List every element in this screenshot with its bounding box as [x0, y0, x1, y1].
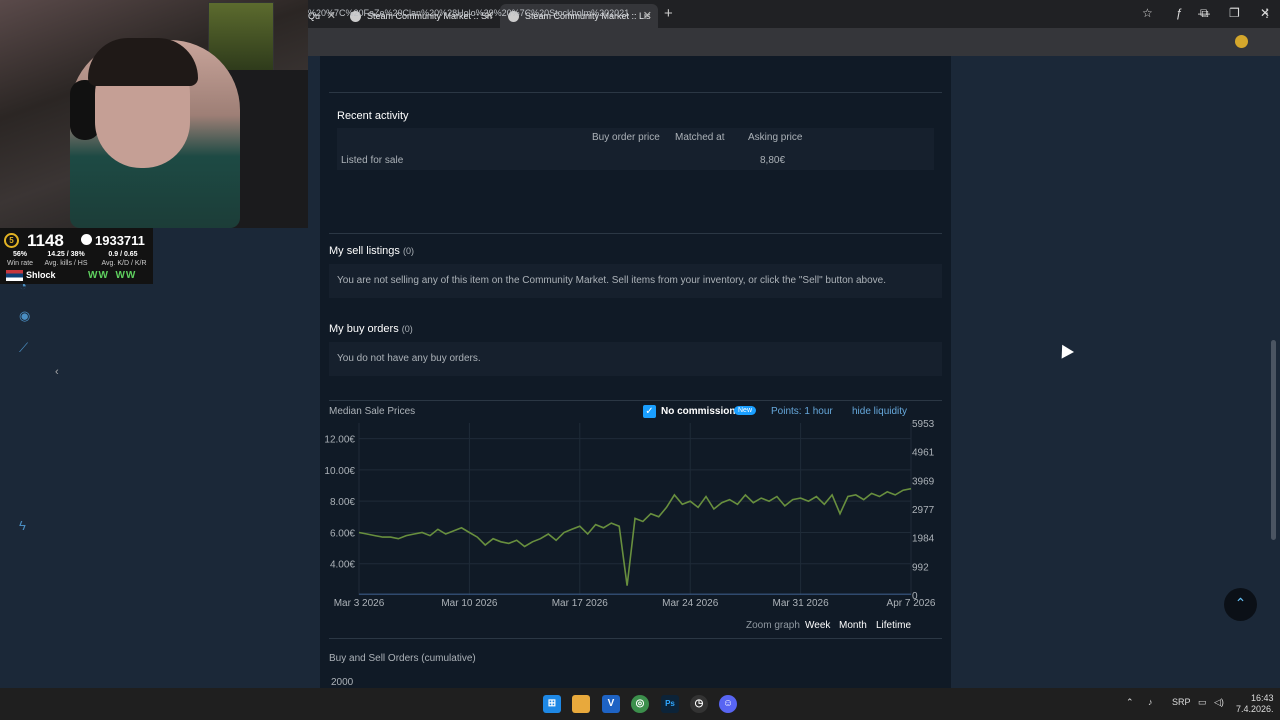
profile-avatar[interactable]	[1235, 35, 1248, 48]
v-app-icon[interactable]: V	[602, 695, 620, 713]
activity-asking-price: 8,80€	[760, 155, 786, 166]
buy-orders-text: You do not have any buy orders.	[337, 353, 481, 364]
divider	[329, 233, 942, 234]
y-tick-label: 10.00€	[324, 466, 355, 477]
network-icon[interactable]: ▭	[1198, 697, 1207, 708]
divider	[329, 400, 942, 401]
new-badge: New	[734, 406, 757, 415]
chrome-icon[interactable]: ◎	[631, 695, 649, 713]
y-tick-label: 12.00€	[324, 435, 355, 446]
result-win: W	[125, 270, 137, 281]
file-explorer-icon[interactable]	[572, 695, 590, 713]
recent-activity-title: Recent activity	[337, 110, 409, 122]
buy-orders-title: My buy orders (0)	[329, 323, 413, 335]
y-right-tick-label: 3969	[912, 476, 935, 487]
restore-icon[interactable]: ❐	[1229, 6, 1240, 20]
result-win: W	[115, 270, 126, 281]
collapse-chevron-icon[interactable]: ‹	[55, 366, 59, 378]
col-asking-price: Asking price	[748, 132, 803, 143]
col-buy-order-price: Buy order price	[592, 132, 660, 143]
winrate-label: Win rate	[6, 260, 34, 267]
language-indicator[interactable]: SRP	[1172, 697, 1191, 707]
streamer-hair	[88, 38, 198, 86]
sell-listings-label: My sell listings	[329, 245, 400, 257]
plot-area	[359, 423, 911, 595]
x-tick-label: Mar 3 2026	[334, 598, 385, 609]
x-tick-label: Mar 31 2026	[773, 598, 830, 609]
orders-chart-title: Buy and Sell Orders (cumulative)	[329, 653, 476, 664]
x-tick-label: Mar 17 2026	[552, 598, 609, 609]
y-right-tick-label: 992	[912, 562, 929, 573]
y-right-tick-label: 5953	[912, 419, 935, 430]
divider	[329, 638, 942, 639]
result-win: W	[98, 270, 109, 281]
new-tab-icon[interactable]: +	[664, 5, 673, 22]
clock-time: 16:43	[1251, 693, 1274, 703]
buy-orders-count: (0)	[401, 324, 413, 334]
y-tick-label: 8.00€	[330, 497, 355, 508]
divider	[329, 92, 942, 93]
x-tick-label: Apr 7 2026	[887, 598, 936, 609]
chart-trend-icon[interactable]: ⟋	[19, 340, 28, 356]
col-matched-at: Matched at	[675, 132, 725, 143]
buy-orders-label: My buy orders	[329, 323, 399, 335]
windows-start-icon[interactable]: ⊞	[543, 695, 561, 713]
menu-dots-icon[interactable]: ⋮	[1261, 6, 1273, 20]
y-right-tick-label: 2977	[912, 505, 935, 516]
sell-listings-count: (0)	[402, 246, 414, 256]
zoom-label: Zoom graph	[746, 620, 800, 631]
kills-hs-value: 14.25 / 38%	[47, 251, 85, 258]
y-tick-label: 6.00€	[330, 528, 355, 539]
photoshop-icon[interactable]: Ps	[661, 695, 679, 713]
webcam-overlay	[0, 0, 308, 228]
extensions-puzzle-icon[interactable]: ⧉	[1200, 6, 1209, 21]
recent-results: WWLWW	[88, 270, 136, 281]
orders-chart-tick: 2000	[331, 677, 354, 688]
url-field[interactable]: %20%7C%20FaZe%20Clan%20%28Holo%29%20%7C%…	[308, 8, 629, 18]
zoom-week-button[interactable]: Week	[805, 620, 830, 631]
median-sale-price-chart[interactable]: 4.00€6.00€8.00€10.00€12.00€0992198429773…	[320, 415, 951, 615]
timer-app-icon[interactable]: ◷	[690, 695, 708, 713]
kd-kr-value: 0.9 / 0.65	[108, 251, 138, 258]
user-circle-icon[interactable]: ◉	[19, 308, 30, 324]
serbia-flag-icon	[6, 270, 23, 281]
x-tick-label: Mar 10 2026	[441, 598, 498, 609]
y-right-tick-label: 1984	[912, 534, 935, 545]
close-tab-icon[interactable]: ✕	[643, 9, 652, 22]
system-clock[interactable]: 16:43 7.4.2026.	[1236, 693, 1274, 715]
player-name: Shlock	[26, 270, 56, 280]
activity-event: Listed for sale	[341, 155, 404, 166]
zoom-month-button[interactable]: Month	[839, 620, 867, 631]
back-to-top-button[interactable]: ⌃	[1224, 588, 1257, 621]
page-scrollbar[interactable]	[1271, 340, 1276, 540]
extension-f-icon[interactable]: ƒ	[1176, 6, 1183, 20]
sell-listings-text: You are not selling any of this item on …	[337, 275, 887, 286]
elo-value: 1148	[27, 231, 64, 250]
x-tick-label: Mar 24 2026	[662, 598, 719, 609]
level-badge: 5	[4, 233, 19, 248]
kd-kr-label: Avg. K/D / K/R	[101, 260, 147, 267]
clock-date: 7.4.2026.	[1236, 704, 1274, 714]
points-value: 1933711	[95, 233, 145, 248]
volume-icon[interactable]: ◁)	[1214, 697, 1224, 708]
y-tick-label: 4.00€	[330, 560, 355, 571]
tray-chevron-icon[interactable]: ⌃	[1126, 697, 1134, 708]
y-right-tick-label: 4961	[912, 448, 935, 459]
discord-icon[interactable]: ☺	[719, 695, 737, 713]
winrate-value: 56%	[12, 251, 27, 258]
zoom-lifetime-button[interactable]: Lifetime	[876, 620, 911, 631]
mouse-cursor	[1056, 341, 1074, 359]
bookmark-star-icon[interactable]: ☆	[1142, 6, 1153, 20]
result-win: W	[88, 270, 99, 281]
microphone-icon[interactable]: ♪	[1148, 697, 1153, 707]
sell-listings-title: My sell listings (0)	[329, 245, 414, 257]
lightning-icon[interactable]: ϟ	[19, 518, 26, 533]
points-icon	[81, 234, 92, 245]
kills-hs-label: Avg. kills / HS	[44, 260, 88, 267]
